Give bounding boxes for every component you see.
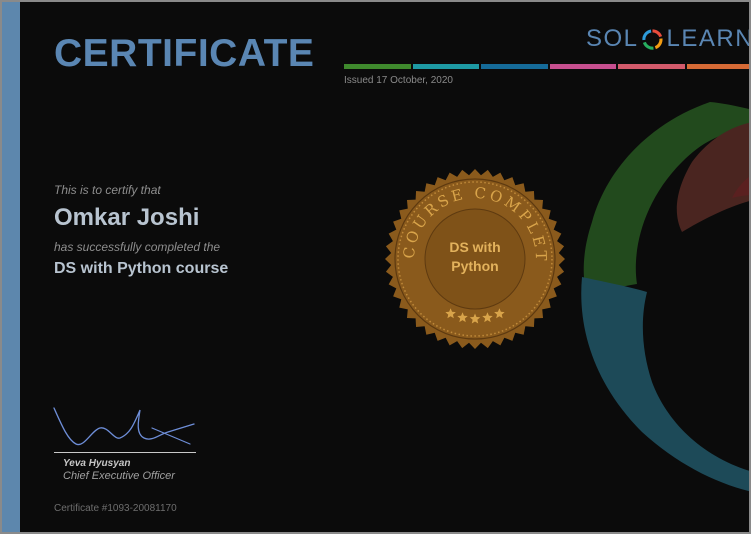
seal-line-2: Python <box>451 258 499 274</box>
certify-text: This is to certify that <box>54 183 161 197</box>
recipient-name: Omkar Joshi <box>54 204 200 231</box>
swoosh-teal <box>581 277 749 492</box>
completed-text: has successfully completed the <box>54 240 221 254</box>
sololearn-logo: SOL LEARN <box>586 25 751 53</box>
logo-text-left: SOL <box>586 25 639 52</box>
color-bar-segment <box>412 64 479 69</box>
certificate-number: Certificate #1093-20081170 <box>54 503 177 514</box>
handwritten-signature <box>53 407 195 446</box>
issued-date: Issued 17 October, 2020 <box>344 75 453 86</box>
course-name: DS with Python course <box>54 260 229 277</box>
certificate-card: CERTIFICATE SOL LEARN Issued 17 October,… <box>0 0 751 534</box>
sololearn-ring-icon <box>641 28 662 50</box>
seal-course-label: DS with Python <box>384 238 566 276</box>
color-bar-segment <box>344 64 411 69</box>
seal-line-1: DS with <box>449 239 501 255</box>
signer-title: Chief Executive Officer <box>63 470 175 482</box>
color-bar-segment <box>481 64 548 69</box>
signer-name: Yeva Hyusyan <box>63 458 131 469</box>
color-bar-segment <box>549 64 616 69</box>
color-bar-segment <box>686 64 749 69</box>
logo-text-right: LEARN <box>666 25 751 52</box>
signature-line <box>54 452 196 453</box>
color-bar <box>344 64 749 69</box>
certificate-title: CERTIFICATE <box>54 32 315 75</box>
color-bar-segment <box>618 64 685 69</box>
